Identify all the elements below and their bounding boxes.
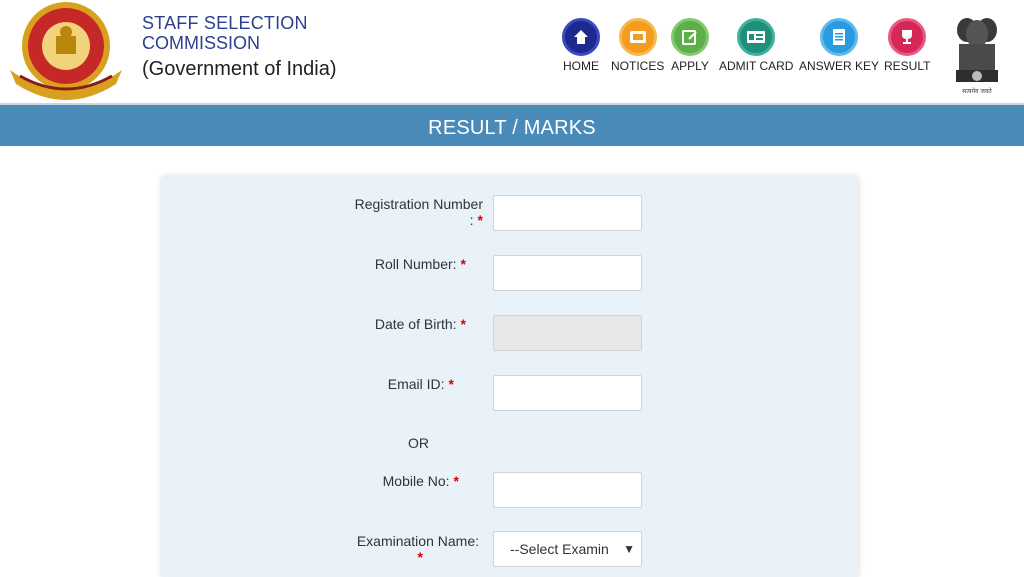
notices-icon	[618, 18, 657, 56]
mobile-number-input[interactable]	[493, 472, 642, 508]
roll-number-input[interactable]	[493, 255, 642, 291]
mobile-number-label: Mobile No: *	[319, 473, 459, 489]
home-icon	[562, 18, 600, 56]
nav-result-label: RESULT	[884, 59, 931, 73]
page-title: RESULT / MARKS	[428, 117, 596, 139]
nav-home[interactable]: HOME	[562, 18, 600, 73]
examination-name-label: Examination Name: *	[339, 533, 479, 565]
emblem-caption: सत्यमेव जयते	[962, 87, 992, 95]
examination-name-select[interactable]: --Select Examin ▼	[493, 531, 642, 567]
org-subtitle: (Government of India)	[142, 58, 337, 80]
mobile-number-label-text: Mobile No:	[382, 473, 450, 489]
nav-admit-card-label: ADMIT CARD	[719, 59, 794, 73]
roll-number-label: Roll Number: *	[326, 256, 466, 272]
nav-notices-label: NOTICES	[611, 59, 665, 73]
nav-result[interactable]: RESULT	[884, 18, 930, 73]
chevron-down-icon: ▼	[623, 542, 635, 556]
national-emblem-icon: सत्यमेव जयते	[956, 18, 998, 95]
nav-answer-key[interactable]: ANSWER KEY	[799, 18, 879, 73]
roll-number-label-text: Roll Number:	[374, 256, 457, 272]
examination-name-label-text: Examination Name:	[356, 533, 479, 549]
nav-home-label: HOME	[563, 59, 599, 73]
email-id-label: Email ID: *	[314, 376, 454, 392]
org-title-line1: STAFF SELECTION	[142, 13, 308, 33]
required-mark: *	[417, 549, 423, 565]
nav-admit-card[interactable]: ADMIT CARD	[719, 18, 793, 73]
email-id-label-text: Email ID:	[387, 376, 445, 392]
admit-card-icon	[737, 18, 776, 56]
required-mark: *	[460, 316, 466, 332]
answer-key-icon	[820, 18, 858, 56]
date-of-birth-label: Date of Birth: *	[326, 316, 466, 332]
examination-select-value: --Select Examin	[510, 541, 609, 557]
ssc-logo[interactable]	[6, 0, 126, 100]
required-mark: *	[448, 376, 454, 392]
nav-answer-key-label: ANSWER KEY	[799, 59, 880, 73]
apply-icon	[671, 18, 709, 56]
registration-number-label-suffix: :	[469, 212, 474, 228]
nav-notices[interactable]: NOTICES	[611, 18, 664, 73]
nav-apply[interactable]: APPLY	[671, 18, 709, 73]
registration-number-label-text: Registration Number	[354, 196, 483, 212]
result-icon	[888, 18, 927, 56]
required-mark: *	[460, 256, 466, 272]
required-mark: *	[453, 473, 459, 489]
date-of-birth-label-text: Date of Birth:	[374, 316, 457, 332]
registration-number-label: Registration Number : *	[343, 196, 483, 228]
page-banner: RESULT / MARKS	[0, 103, 1024, 146]
site-header: STAFF SELECTION COMMISSION (Government o…	[0, 0, 1024, 103]
org-title-line2: COMMISSION	[142, 33, 261, 53]
nav-apply-label: APPLY	[671, 59, 709, 73]
required-mark: *	[477, 212, 483, 228]
registration-number-input[interactable]	[493, 195, 642, 231]
date-of-birth-input[interactable]	[493, 315, 642, 351]
or-separator: OR	[408, 435, 429, 451]
email-id-input[interactable]	[493, 375, 642, 411]
